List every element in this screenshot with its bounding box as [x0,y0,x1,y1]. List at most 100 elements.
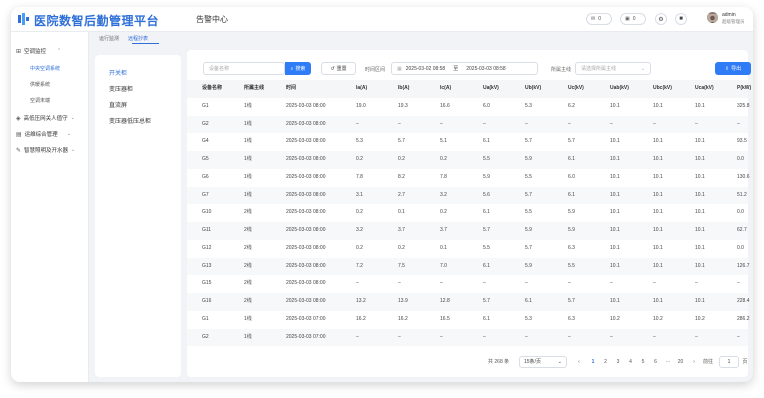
table-cell: 19.0 [356,102,366,109]
breadcrumb-parent[interactable]: 运行监测 [99,36,119,42]
table-row: G4 1线 2025-03-03 08:00 5.3 5.7 5.1 6.1 5.7 5.7 10… [187,133,748,151]
table-cell: 7.0 [440,262,447,269]
table-cell: 5.3 [525,315,532,322]
prev-page-icon[interactable]: ‹ [575,356,583,368]
table-cell: 5.5 [525,209,532,216]
sidebar-group-hv-lv[interactable]: ◈ 高低压网关人值守 ⌄ [16,114,75,122]
app-window: 医院数智后勤管理平台 告警中心 ✉ 0 ▣ 0 ⚙ ■ admin 超级管理员 [11,7,753,382]
table-row: G15 2线 2025-03-03 08:00 – – – – – – – – – – [187,275,748,293]
start-time: 2025-03-02 08:58 [405,65,446,72]
page-number[interactable]: 3 [613,356,623,368]
table-cell: 0.0 [737,244,744,251]
alarm-count: 0 [632,16,636,22]
next-page-icon[interactable]: › [690,356,698,368]
table-cell: 2025-03-03 08:00 [286,138,326,145]
message-badge[interactable]: ✉ 0 [586,13,612,25]
page-number[interactable]: 20 [676,356,686,368]
column-header: Uab(kV) [610,85,629,91]
page-size-select[interactable]: 15条/页 ⌄ [519,356,567,368]
page-number[interactable]: ··· [663,356,673,368]
table-cell: 5.5 [568,262,575,269]
table-cell: 16.2 [356,315,366,322]
page-number[interactable]: 5 [638,356,648,368]
page-number[interactable]: 1 [588,356,598,368]
table-cell: 5.9 [568,209,575,216]
page-number[interactable]: 4 [626,356,636,368]
table-cell: 2025-03-03 07:00 [286,315,326,322]
table-cell: 10.1 [695,244,705,251]
busbar-select[interactable]: 请选择所属主线 ⌄ [575,62,651,75]
reset-button[interactable]: ↺ 重置 [321,62,356,75]
chevron-down-icon: ⌄ [70,115,75,121]
table-cell: 3.1 [356,191,363,198]
table-cell: – [695,280,698,287]
table-cell: G11 [202,227,212,233]
table-cell: – [356,280,359,287]
table-cell: – [610,280,613,287]
table-cell: 10.1 [653,262,663,269]
avatar[interactable] [707,12,718,23]
cabinet-item-switch[interactable]: 开关柜 [109,68,127,77]
device-name-input[interactable]: 设备名称 [203,62,285,75]
column-header: Ua(kV) [483,85,499,91]
sidebar: ⊞ 空调监控 ⌃ 中央空调系统 供暖系统 空调末端 ◈ 高低压网关人值守 ⌄ ▤… [11,32,89,382]
table-cell: 2025-03-03 08:00 [286,227,326,233]
table-cell: 286.2 [737,315,750,322]
page-unit: 页 [742,359,748,365]
alarm-badge[interactable]: ▣ 0 [620,13,646,25]
table-cell: G7 [202,191,209,198]
table-row: G5 1线 2025-03-03 08:00 0.2 0.2 0.2 5.5 5.9 6.1 10… [187,151,748,169]
export-button[interactable]: ⇪ 导出 [715,62,751,75]
table-cell: 3.7 [398,227,405,233]
search-button[interactable]: ⌕ 搜索 [285,62,311,75]
time-range-picker[interactable]: ▦ 2025-03-02 08:58 至 2025-03-03 08:58 [391,62,538,75]
settings-button[interactable]: ⚙ [655,13,667,25]
table-cell: 1线 [244,191,252,198]
table-cell: 5.5 [483,156,490,162]
table-cell: 10.1 [653,209,663,216]
table-cell: 10.1 [653,102,663,109]
table-row: G1 1线 2025-03-03 08:00 19.0 19.3 16.6 6.0 5.3 6.… [187,97,750,116]
table-row: G2 1线 2025-03-03 08:00 – – – – – – – – – – [187,115,748,134]
page-number[interactable]: 6 [651,356,661,368]
video-button[interactable]: ■ [675,13,687,25]
table-cell: 10.1 [653,227,663,233]
page-number[interactable]: 2 [601,356,611,368]
table-cell: 0.2 [440,156,447,162]
table-header-row: 设备名称 所属主线 时间 Ia(A) Ib(A) Ic(A) Ua(kV) Ub(kV) Uc(… [187,80,751,98]
table-cell: 0.2 [356,244,363,251]
sidebar-item-heating[interactable]: 供暖系统 [30,81,50,88]
table-cell: 0.2 [440,209,447,216]
table-cell: 6.1 [483,138,490,145]
table-cell: G2 [202,120,209,127]
sidebar-group-ac-monitor[interactable]: ⊞ 空调监控 ⌃ [16,47,61,55]
table-cell: – [440,120,443,127]
cabinet-type-panel: 开关柜 变压器柜 直流屏 变压器低压总柜 [95,55,181,377]
table-cell: 16.2 [398,315,408,322]
column-header: Ubc(kV) [653,85,672,91]
table-cell: 2线 [244,262,252,269]
table-cell: – [610,120,613,127]
table-cell: 5.5 [483,244,490,251]
search-button-label: 搜索 [295,66,306,72]
table-cell: 126.7 [737,262,750,269]
table-cell: 10.2 [653,315,663,322]
chevron-up-icon: ⌃ [57,48,62,54]
column-header: Ub(kV) [525,85,542,91]
table-cell: 16.6 [440,102,450,109]
sidebar-group-ops[interactable]: ▤ 运维综合管理 ⌄ [16,130,71,138]
table-cell: 2025-03-03 08:00 [286,156,326,162]
table-cell: 6.2 [568,102,575,109]
cabinet-item-transformer[interactable]: 变压器柜 [109,84,133,93]
goto-page-input[interactable]: 1 [719,356,739,368]
sidebar-item-ac-terminal[interactable]: 空调末端 [30,97,50,104]
table-cell: G5 [202,156,209,162]
table-cell: 2025-03-03 08:00 [286,280,326,287]
user-name[interactable]: admin [722,12,736,18]
cabinet-item-lv-main[interactable]: 变压器低压总柜 [109,116,151,125]
cabinet-item-dc-panel[interactable]: 直流屏 [109,100,127,109]
table-cell: 10.1 [653,244,663,251]
sidebar-item-central-ac[interactable]: 中央空调系统 [30,65,60,72]
sidebar-group-lighting[interactable]: ✎ 智慧照明及开水器 ⌄ [16,146,75,154]
chevron-down-icon: ⌄ [66,131,71,137]
